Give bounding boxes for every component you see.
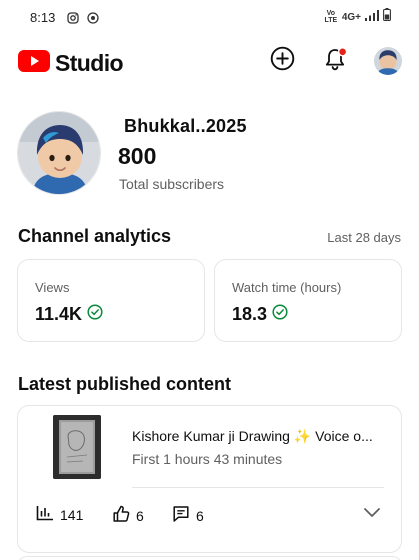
app-name: Studio xyxy=(55,50,124,76)
watch-time-value: 18.3 xyxy=(232,304,268,324)
account-avatar[interactable] xyxy=(374,47,402,75)
create-button[interactable] xyxy=(267,46,297,76)
bar-chart-icon xyxy=(36,505,54,524)
create-icon xyxy=(270,46,295,76)
latest-content-title: Latest published content xyxy=(18,374,232,394)
volte-label: Vo LTE xyxy=(324,10,338,24)
studio-logo[interactable]: Studio xyxy=(18,50,124,77)
video-duration: First 1 hours 43 minutes xyxy=(132,451,283,467)
status-bar: 8:13 Vo LTE 4G+ xyxy=(0,0,419,34)
card-divider xyxy=(132,487,384,488)
comment-icon xyxy=(172,505,190,526)
subscriber-label: Total subscribers xyxy=(119,176,225,192)
channel-name: Bhukkal..2025 xyxy=(124,116,247,136)
youtube-play-icon xyxy=(18,50,50,77)
network-type: 4G+ xyxy=(341,11,361,23)
views-label: Views xyxy=(35,280,70,295)
analytics-title: Channel analytics xyxy=(18,226,172,246)
check-circle-icon xyxy=(87,304,103,325)
comments-count: 6 xyxy=(196,507,204,524)
channel-profile: Bhukkal..2025 800 Total subscribers xyxy=(0,105,419,205)
views-value: 11.4K xyxy=(35,304,83,324)
watch-time-label: Watch time (hours) xyxy=(232,280,342,295)
expand-button[interactable] xyxy=(361,504,383,524)
status-indicators: Vo LTE 4G+ xyxy=(324,8,391,26)
analytics-period: Last 28 days xyxy=(327,230,401,245)
thumbs-up-icon xyxy=(112,505,130,526)
video-thumbnail[interactable] xyxy=(53,415,101,479)
notifications-button[interactable] xyxy=(321,46,351,76)
channel-avatar[interactable] xyxy=(17,111,101,195)
check-circle-icon xyxy=(272,304,288,325)
views-value-row: 11.4K xyxy=(35,304,103,325)
status-time: 8:13 xyxy=(30,10,56,25)
watch-time-value-row: 18.3 xyxy=(232,304,288,325)
views-metric: 141 xyxy=(36,505,83,524)
next-card-edge xyxy=(17,556,402,560)
views-count: 141 xyxy=(60,506,84,523)
subscriber-count: 800 xyxy=(118,143,157,169)
likes-count: 6 xyxy=(136,507,144,524)
latest-video-card[interactable]: Kishore Kumar ji Drawing ✨ Voice o... Fi… xyxy=(17,405,402,553)
likes-metric: 6 xyxy=(112,505,144,526)
watch-time-card[interactable]: Watch time (hours) 18.3 xyxy=(214,259,402,342)
views-card[interactable]: Views 11.4K xyxy=(17,259,205,342)
battery-icon xyxy=(383,8,391,26)
instagram-icon xyxy=(67,11,79,29)
app-header: Studio xyxy=(0,40,419,84)
bell-icon xyxy=(323,46,349,77)
video-title: Kishore Kumar ji Drawing ✨ Voice o... xyxy=(132,428,373,444)
signal-icon xyxy=(365,8,379,26)
record-icon xyxy=(87,11,99,29)
chevron-down-icon xyxy=(363,505,381,523)
comments-metric: 6 xyxy=(172,505,204,526)
